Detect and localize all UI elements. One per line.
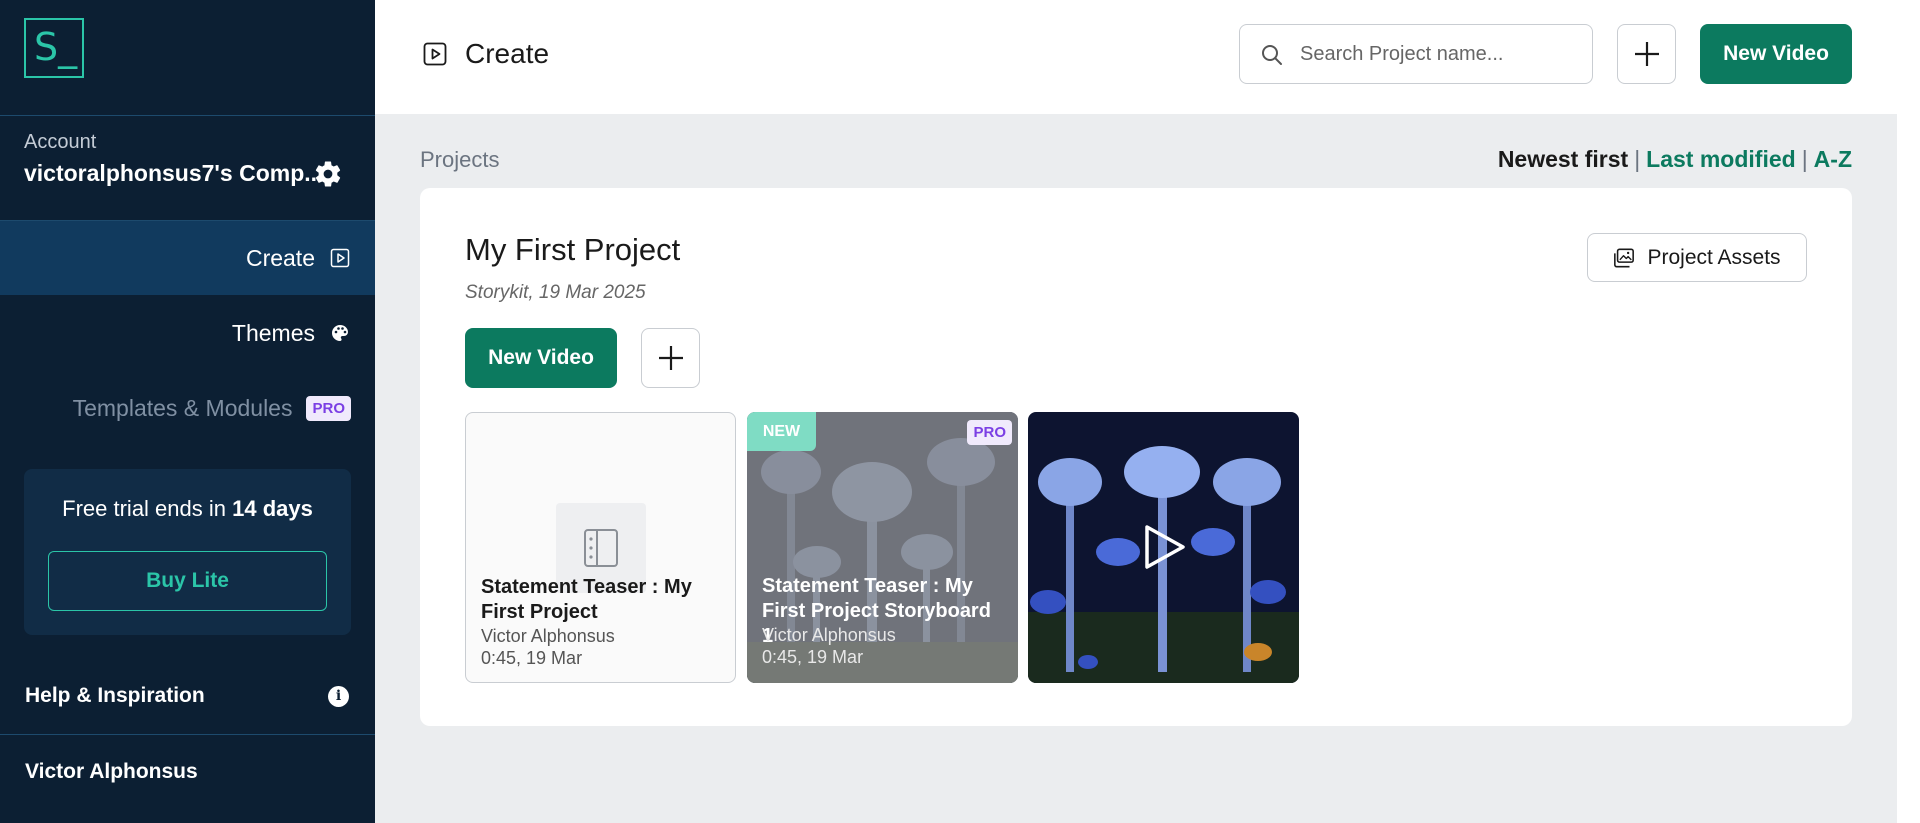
divider xyxy=(0,115,375,116)
divider xyxy=(0,734,375,735)
document-icon xyxy=(584,529,618,567)
palette-icon xyxy=(329,322,351,344)
header: Create New Video xyxy=(375,0,1897,114)
search-box xyxy=(1239,24,1593,84)
help-link[interactable]: Help & Inspiration xyxy=(25,684,205,708)
trial-panel: Free trial ends in 14 days Buy Lite xyxy=(24,469,351,635)
sidebar-item-label: Themes xyxy=(231,319,315,346)
search-icon xyxy=(1262,45,1282,65)
new-video-button[interactable]: New Video xyxy=(1700,24,1852,84)
sort-separator: | xyxy=(1634,146,1641,172)
tile-author: Victor Alphonsus xyxy=(762,625,896,645)
sidebar: S_ Account victoralphonsus7's Comp... Cr… xyxy=(0,0,375,823)
tile-meta: 0:45, 19 Mar xyxy=(481,648,583,668)
scrollbar[interactable] xyxy=(1897,0,1920,823)
project-assets-label: Project Assets xyxy=(1647,245,1781,269)
main-content: Projects Newest first | Last modified | A-Z … xyxy=(375,114,1897,823)
pro-badge: PRO xyxy=(306,395,351,421)
tile-author: Victor Alphonsus xyxy=(481,626,615,646)
sort-last-modified[interactable]: Last modified xyxy=(1646,146,1796,172)
sidebar-item-create[interactable]: Create xyxy=(0,221,375,295)
logo[interactable]: S_ xyxy=(24,18,84,78)
account-name[interactable]: victoralphonsus7's Comp... xyxy=(24,160,323,187)
sort-options: Newest first | Last modified | A-Z xyxy=(1498,146,1852,173)
buy-lite-button[interactable]: Buy Lite xyxy=(48,551,327,611)
tile-title: Statement Teaser : My First Project xyxy=(481,576,692,623)
page-title: Create xyxy=(465,38,550,69)
trial-text: Free trial ends in 14 days xyxy=(62,496,313,521)
video-thumbnail-tile[interactable] xyxy=(1028,412,1299,683)
project-title[interactable]: My First Project xyxy=(465,232,680,268)
plus-icon xyxy=(1634,42,1659,66)
info-icon[interactable]: i xyxy=(328,686,349,707)
play-square-icon xyxy=(423,42,447,66)
tile-meta: 0:45, 19 Mar xyxy=(762,647,864,667)
project-new-video-button[interactable]: New Video xyxy=(465,328,617,388)
video-tile[interactable]: Statement Teaser : My First Project Vict… xyxy=(465,412,736,683)
play-square-icon xyxy=(329,247,351,269)
project-assets-button[interactable]: Project Assets xyxy=(1587,233,1807,282)
new-badge: NEW xyxy=(747,412,816,451)
images-icon xyxy=(1614,248,1635,267)
sidebar-item-label: Templates & Modules xyxy=(72,394,293,421)
video-tile[interactable]: NEW PRO Statement Teaser : My First Proj… xyxy=(747,412,1018,683)
project-add-button[interactable] xyxy=(641,328,700,388)
project-card: My First Project Storykit, 19 Mar 2025 P… xyxy=(420,188,1852,726)
sort-newest[interactable]: Newest first xyxy=(1498,146,1628,172)
plus-icon xyxy=(658,346,683,370)
sidebar-item-label: Create xyxy=(245,244,315,271)
add-button[interactable] xyxy=(1617,24,1676,84)
search-input[interactable] xyxy=(1300,25,1580,83)
sidebar-item-themes[interactable]: Themes xyxy=(0,296,375,370)
sidebar-item-templates[interactable]: Templates & Modules PRO xyxy=(0,371,375,445)
user-name[interactable]: Victor Alphonsus xyxy=(25,760,198,784)
sort-az[interactable]: A-Z xyxy=(1814,146,1852,172)
pro-badge: PRO xyxy=(967,420,1012,445)
project-subtitle: Storykit, 19 Mar 2025 xyxy=(465,282,646,303)
play-icon[interactable] xyxy=(1143,524,1187,570)
account-label: Account xyxy=(24,131,97,153)
sort-separator: | xyxy=(1801,146,1808,172)
gear-icon[interactable] xyxy=(313,159,343,189)
projects-label: Projects xyxy=(420,147,500,172)
